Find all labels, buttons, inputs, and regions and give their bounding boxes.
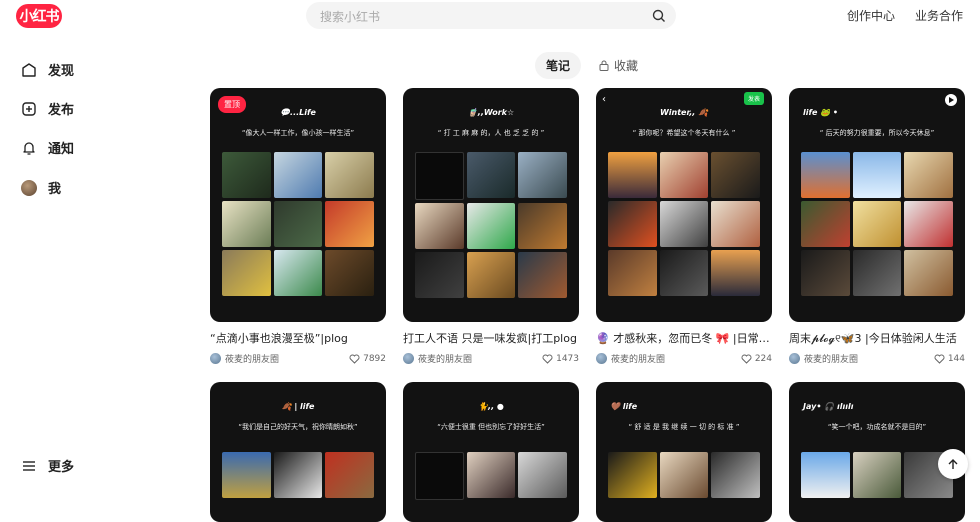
author-name: 莜麦的朋友圈 — [418, 355, 473, 365]
note-title[interactable]: 打工人不语 只是一味发疯|打工plog — [403, 330, 579, 346]
note-card[interactable]: 置顶 💬...Life “像大人一样工作，像小孩一样生活” “点滴小事也浪漫至极… — [210, 88, 386, 365]
note-cover[interactable]: 🐈,, ● “六便士很重 但也别忘了好好生活” — [403, 382, 579, 522]
note-cover[interactable]: 🤎 life “ 舒 适 是 我 继 续 一 切 的 标 准 ” — [596, 382, 772, 522]
sidebar-item-label: 发现 — [48, 64, 75, 79]
author-avatar — [403, 353, 414, 364]
note-cover[interactable]: Jay• 🎧 ılıılı “笑一个吧，功成名就不是目的” — [789, 382, 965, 522]
photo-grid — [608, 152, 760, 296]
note-title[interactable]: 周末𝓹𝓵𝓸𝓰୧🦋3 |今日体验闲人生活 — [789, 330, 965, 346]
play-icon — [945, 94, 957, 106]
cover-title: 🍂 | life — [281, 402, 315, 411]
like-button[interactable]: 1473 — [542, 354, 579, 364]
tab-saved[interactable]: 收藏 — [599, 57, 638, 74]
arrow-up-icon — [948, 459, 958, 469]
note-card[interactable]: life 🐸 • “ 后天的努力很重要，所以今天休息” 周末𝓹𝓵𝓸𝓰୧🦋3 |今… — [789, 88, 965, 365]
note-card[interactable]: Jay• 🎧 ılıılı “笑一个吧，功成名就不是目的” — [789, 382, 965, 522]
cover-quote: “ 那你呢？希望这个冬天有什么 ” — [632, 129, 736, 137]
note-card[interactable]: ‹ 发表 Winter,, 🍂 “ 那你呢？希望这个冬天有什么 ” 🔮 才感秋来… — [596, 88, 772, 365]
cover-quote: “ 舒 适 是 我 继 续 一 切 的 标 准 ” — [628, 423, 740, 431]
heart-icon — [349, 354, 360, 364]
like-button[interactable]: 224 — [741, 354, 772, 364]
sidebar-item-notifications[interactable]: 通知 — [20, 138, 74, 157]
app-logo[interactable]: 小红书 — [16, 4, 62, 28]
note-card[interactable]: 🐈,, ● “六便士很重 但也别忘了好好生活” — [403, 382, 579, 522]
author[interactable]: 莜麦的朋友圈 — [403, 352, 472, 365]
author-avatar — [789, 353, 800, 364]
note-card[interactable]: 🍂 | life “我们是自己的好天气，祝你晴朗如秋” — [210, 382, 386, 522]
creator-center-link[interactable]: 创作中心 — [847, 7, 895, 24]
note-title[interactable]: 🔮 才感秋来，忽而已冬 🎀 |日常plog — [596, 330, 772, 346]
cover-title: 🤎 life — [610, 402, 638, 411]
profile-tabs: 笔记 收藏 — [535, 52, 638, 79]
author-name: 莜麦的朋友圈 — [225, 355, 280, 365]
search-bar[interactable] — [306, 2, 676, 31]
bell-icon — [20, 139, 38, 157]
author-name: 莜麦的朋友圈 — [611, 355, 666, 365]
sidebar-item-label: 通知 — [48, 142, 75, 157]
cover-title: Jay• 🎧 ılıılı — [803, 402, 854, 411]
author-avatar — [210, 353, 221, 364]
sidebar-more-label: 更多 — [48, 460, 75, 475]
sidebar-more[interactable]: 更多 — [20, 456, 74, 475]
cover-quote: “ 后天的努力很重要，所以今天休息” — [819, 129, 935, 137]
author[interactable]: 莜麦的朋友圈 — [789, 352, 858, 365]
author-avatar — [596, 353, 607, 364]
avatar — [21, 179, 37, 196]
cover-quote: “笑一个吧，功成名就不是目的” — [827, 423, 927, 431]
compass-icon — [20, 61, 38, 79]
heart-icon — [741, 354, 752, 364]
publish-tag: 发表 — [743, 92, 764, 105]
author[interactable]: 莜麦的朋友圈 — [596, 352, 665, 365]
sidebar-item-label: 我 — [48, 182, 62, 197]
note-cover[interactable]: ‹ 发表 Winter,, 🍂 “ 那你呢？希望这个冬天有什么 ” — [596, 88, 772, 322]
heart-icon — [934, 354, 945, 364]
business-link[interactable]: 业务合作 — [915, 7, 963, 24]
note-cover[interactable]: 🧋,,Work☆ “ 打 工 麻 麻 的，人 也 乏 乏 的 ” — [403, 88, 579, 322]
like-button[interactable]: 144 — [934, 354, 965, 364]
sidebar-item-discover[interactable]: 发现 — [20, 60, 74, 79]
cover-quote: “我们是自己的好天气，祝你晴朗如秋” — [238, 423, 358, 431]
note-cover[interactable]: 置顶 💬...Life “像大人一样工作，像小孩一样生活” — [210, 88, 386, 322]
like-count: 224 — [754, 353, 772, 364]
author[interactable]: 莜麦的朋友圈 — [210, 352, 279, 365]
like-count: 1473 — [556, 353, 579, 364]
photo-grid — [801, 452, 953, 498]
plus-square-icon — [20, 100, 38, 118]
back-arrow-icon: ‹ — [602, 94, 606, 105]
photo-grid — [222, 452, 374, 498]
cover-quote: “六便士很重 但也别忘了好好生活” — [437, 423, 545, 431]
search-icon[interactable] — [652, 8, 666, 27]
note-title[interactable]: “点滴小事也浪漫至极”|plog — [210, 330, 386, 346]
lock-icon — [599, 60, 609, 71]
photo-grid — [415, 152, 567, 298]
cover-quote: “像大人一样工作，像小孩一样生活” — [241, 129, 355, 137]
photo-grid — [801, 152, 953, 296]
sidebar-item-label: 发布 — [48, 103, 75, 118]
like-button[interactable]: 7892 — [349, 354, 386, 364]
search-input[interactable] — [318, 2, 642, 31]
cover-title: 💬...Life — [280, 108, 316, 117]
like-count: 7892 — [363, 353, 386, 364]
cover-title: 🧋,,Work☆ — [467, 108, 515, 117]
photo-grid — [222, 152, 374, 296]
like-count: 144 — [947, 353, 965, 364]
tab-saved-label: 收藏 — [614, 59, 639, 73]
cover-title: Winter,, 🍂 — [659, 108, 709, 117]
author-name: 莜麦的朋友圈 — [804, 355, 859, 365]
tab-notes[interactable]: 笔记 — [535, 52, 582, 79]
menu-icon — [20, 457, 38, 475]
photo-grid — [608, 452, 760, 498]
sidebar-item-me[interactable]: 我 — [20, 178, 61, 197]
note-card[interactable]: 🧋,,Work☆ “ 打 工 麻 麻 的，人 也 乏 乏 的 ” 打工人不语 只… — [403, 88, 579, 365]
note-cover[interactable]: 🍂 | life “我们是自己的好天气，祝你晴朗如秋” — [210, 382, 386, 522]
cover-title: life 🐸 • — [803, 108, 839, 117]
cover-title: 🐈,, ● — [478, 402, 504, 411]
cover-quote: “ 打 工 麻 麻 的，人 也 乏 乏 的 ” — [437, 129, 545, 137]
note-card[interactable]: 🤎 life “ 舒 适 是 我 继 续 一 切 的 标 准 ” — [596, 382, 772, 522]
back-to-top-button[interactable] — [938, 449, 968, 479]
note-cover[interactable]: life 🐸 • “ 后天的努力很重要，所以今天休息” — [789, 88, 965, 322]
heart-icon — [542, 354, 553, 364]
sidebar-item-publish[interactable]: 发布 — [20, 99, 74, 118]
